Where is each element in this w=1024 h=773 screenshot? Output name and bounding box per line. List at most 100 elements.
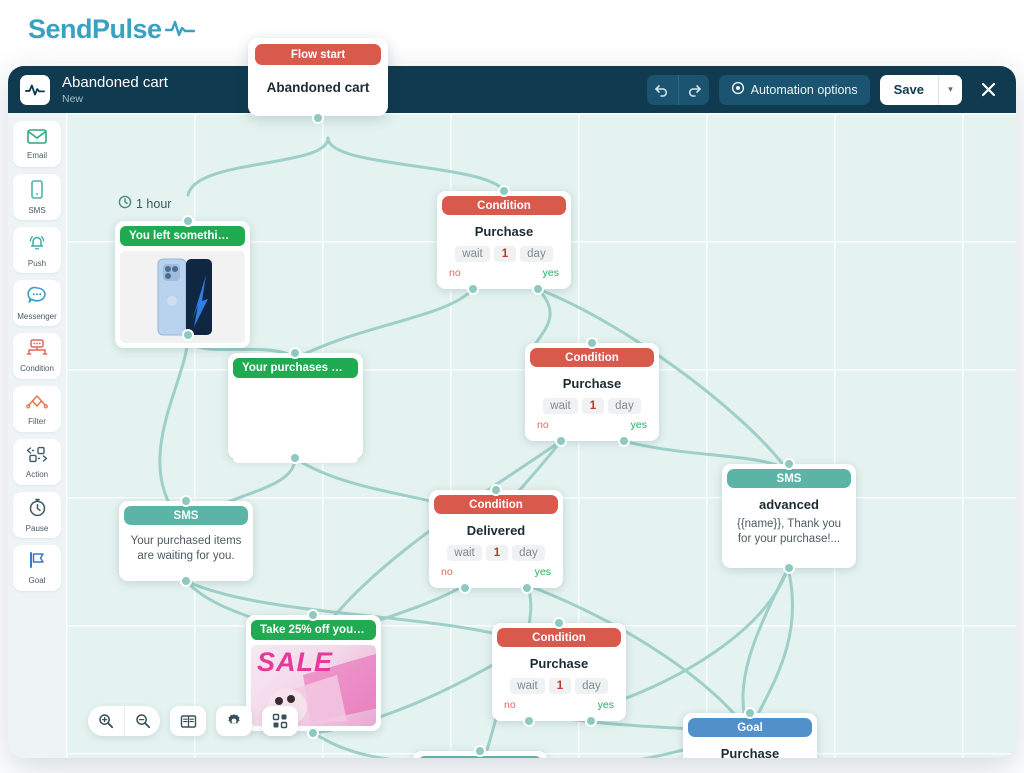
connector-dot[interactable]	[307, 727, 319, 739]
sidebar-item-condition[interactable]: Condition	[13, 333, 61, 379]
wait-label: wait	[510, 678, 545, 694]
connector-dot[interactable]	[474, 745, 486, 757]
node-condition-purchase-2[interactable]: Condition Purchase wait 1 day no yes	[525, 343, 659, 441]
zoom-in-icon[interactable]	[88, 706, 124, 736]
grid-apps-icon[interactable]	[262, 706, 298, 736]
undo-redo-group	[646, 74, 709, 105]
zoom-out-icon[interactable]	[124, 706, 160, 736]
node-title: Purchase	[529, 656, 589, 671]
connector-dot[interactable]	[744, 707, 756, 719]
connector-dot[interactable]	[182, 215, 194, 227]
sidebar-item-push[interactable]: Push	[13, 227, 61, 273]
automation-options-button[interactable]: Automation options	[718, 74, 870, 105]
node-media-empty	[233, 383, 358, 463]
connector-dot[interactable]	[555, 435, 567, 447]
wait-amount[interactable]: 1	[485, 545, 509, 561]
node-messenger-your-purchases[interactable]: Your purchases are ...	[228, 353, 363, 463]
connector-dot[interactable]	[586, 337, 598, 349]
connector-dot[interactable]	[307, 609, 319, 621]
node-condition-purchase-1[interactable]: Condition Purchase wait 1 day no yes	[437, 191, 571, 289]
branch-labels: no yes	[429, 561, 563, 578]
gear-icon[interactable]	[216, 706, 252, 736]
status-badge: New	[62, 92, 84, 105]
connector-dot[interactable]	[523, 715, 535, 727]
connector-dot[interactable]	[180, 495, 192, 507]
stopwatch-icon	[28, 498, 47, 522]
branch-no-label: no	[504, 699, 516, 711]
zoom-controls	[88, 706, 160, 736]
flag-icon	[27, 551, 47, 574]
sidebar-item-pause[interactable]: Pause	[13, 492, 61, 538]
connector-dot[interactable]	[289, 452, 301, 464]
wait-amount[interactable]: 1	[548, 678, 572, 694]
connector-dot[interactable]	[180, 575, 192, 587]
connector-dot[interactable]	[783, 562, 795, 574]
node-header: Goal	[688, 718, 812, 737]
node-header: Take 25% off your o...	[251, 620, 376, 640]
connector-dot[interactable]	[498, 185, 510, 197]
connector-dot[interactable]	[553, 617, 565, 629]
node-condition-delivered[interactable]: Condition Delivered wait 1 day no yes	[429, 490, 563, 588]
connector-dot[interactable]	[521, 582, 533, 594]
sidebar-item-messenger[interactable]: Messenger	[13, 280, 61, 326]
sale-banner-text: SALE	[257, 647, 334, 677]
node-header: SMS	[727, 469, 851, 488]
redo-icon[interactable]	[677, 74, 709, 105]
branch-yes-label: yes	[597, 699, 614, 711]
sidebar-item-label: Push	[27, 258, 47, 268]
save-button-group: Save ▾	[879, 74, 962, 105]
node-messenger-left-something[interactable]: You left something...	[115, 221, 250, 348]
sidebar-item-goal[interactable]: Goal	[13, 545, 61, 591]
undo-icon[interactable]	[647, 75, 678, 105]
wait-row: wait 1 day	[492, 678, 626, 694]
tool-sidebar: Email SMS Push Messenger Condition Filte…	[8, 113, 66, 758]
sidebar-item-label: Goal	[28, 576, 46, 585]
connector-dot[interactable]	[459, 582, 471, 594]
connector-dot[interactable]	[490, 484, 502, 496]
wait-amount[interactable]: 1	[493, 246, 517, 262]
branch-labels: no yes	[437, 262, 571, 279]
connector-dot[interactable]	[467, 283, 479, 295]
wait-amount[interactable]: 1	[581, 398, 605, 414]
node-sms-advanced[interactable]: SMS advanced {{name}}, Thank you for you…	[722, 464, 856, 568]
book-icon[interactable]	[170, 706, 206, 736]
delay-value: 1 hour	[136, 196, 172, 211]
connector-dot[interactable]	[585, 715, 597, 727]
action-swap-icon	[25, 446, 49, 468]
sidebar-item-email[interactable]: Email	[13, 121, 61, 167]
branch-yes-label: yes	[630, 419, 647, 431]
chevron-down-icon[interactable]: ▾	[938, 74, 962, 105]
connector-dot[interactable]	[289, 347, 301, 359]
sidebar-item-label: Condition	[20, 364, 54, 373]
branch-no-label: no	[441, 566, 453, 578]
header-titles: Abandoned cart New	[62, 74, 168, 104]
node-header: SMS	[124, 506, 248, 525]
sidebar-item-action[interactable]: Action	[13, 439, 61, 485]
sidebar-item-filter[interactable]: Filter	[13, 386, 61, 432]
wait-label: wait	[543, 398, 578, 414]
node-condition-purchase-3[interactable]: Condition Purchase wait 1 day no yes	[492, 623, 626, 721]
close-icon[interactable]	[974, 76, 1002, 104]
save-button[interactable]: Save	[880, 75, 938, 105]
flow-canvas[interactable]: 1 hour You left something... Your purcha…	[66, 113, 1016, 758]
connector-dot[interactable]	[182, 329, 194, 341]
wait-unit: day	[520, 246, 553, 262]
connector-dot[interactable]	[532, 283, 544, 295]
wait-label: wait	[447, 545, 482, 561]
clock-icon	[118, 195, 132, 212]
editor-header: Abandoned cart New Automation options Sa…	[8, 66, 1016, 113]
node-goal-purchase[interactable]: Goal Purchase	[683, 713, 817, 758]
node-header: Flow start	[255, 44, 381, 65]
branch-labels: no yes	[492, 694, 626, 711]
connector-dot[interactable]	[618, 435, 630, 447]
connector-dot[interactable]	[312, 112, 324, 124]
automation-options-label: Automation options	[750, 82, 858, 97]
node-header: You left something...	[120, 226, 245, 246]
node-sms-waiting[interactable]: SMS Your purchased items are waiting for…	[119, 501, 253, 581]
sidebar-item-sms[interactable]: SMS	[13, 174, 61, 220]
connector-dot[interactable]	[783, 458, 795, 470]
pulse-icon	[164, 14, 195, 45]
sendpulse-logo: SendPulse	[28, 14, 195, 45]
node-body: {{name}}, Thank you for your purchase!..…	[736, 518, 841, 546]
node-flow-start[interactable]: Flow start Abandoned cart	[248, 38, 388, 116]
